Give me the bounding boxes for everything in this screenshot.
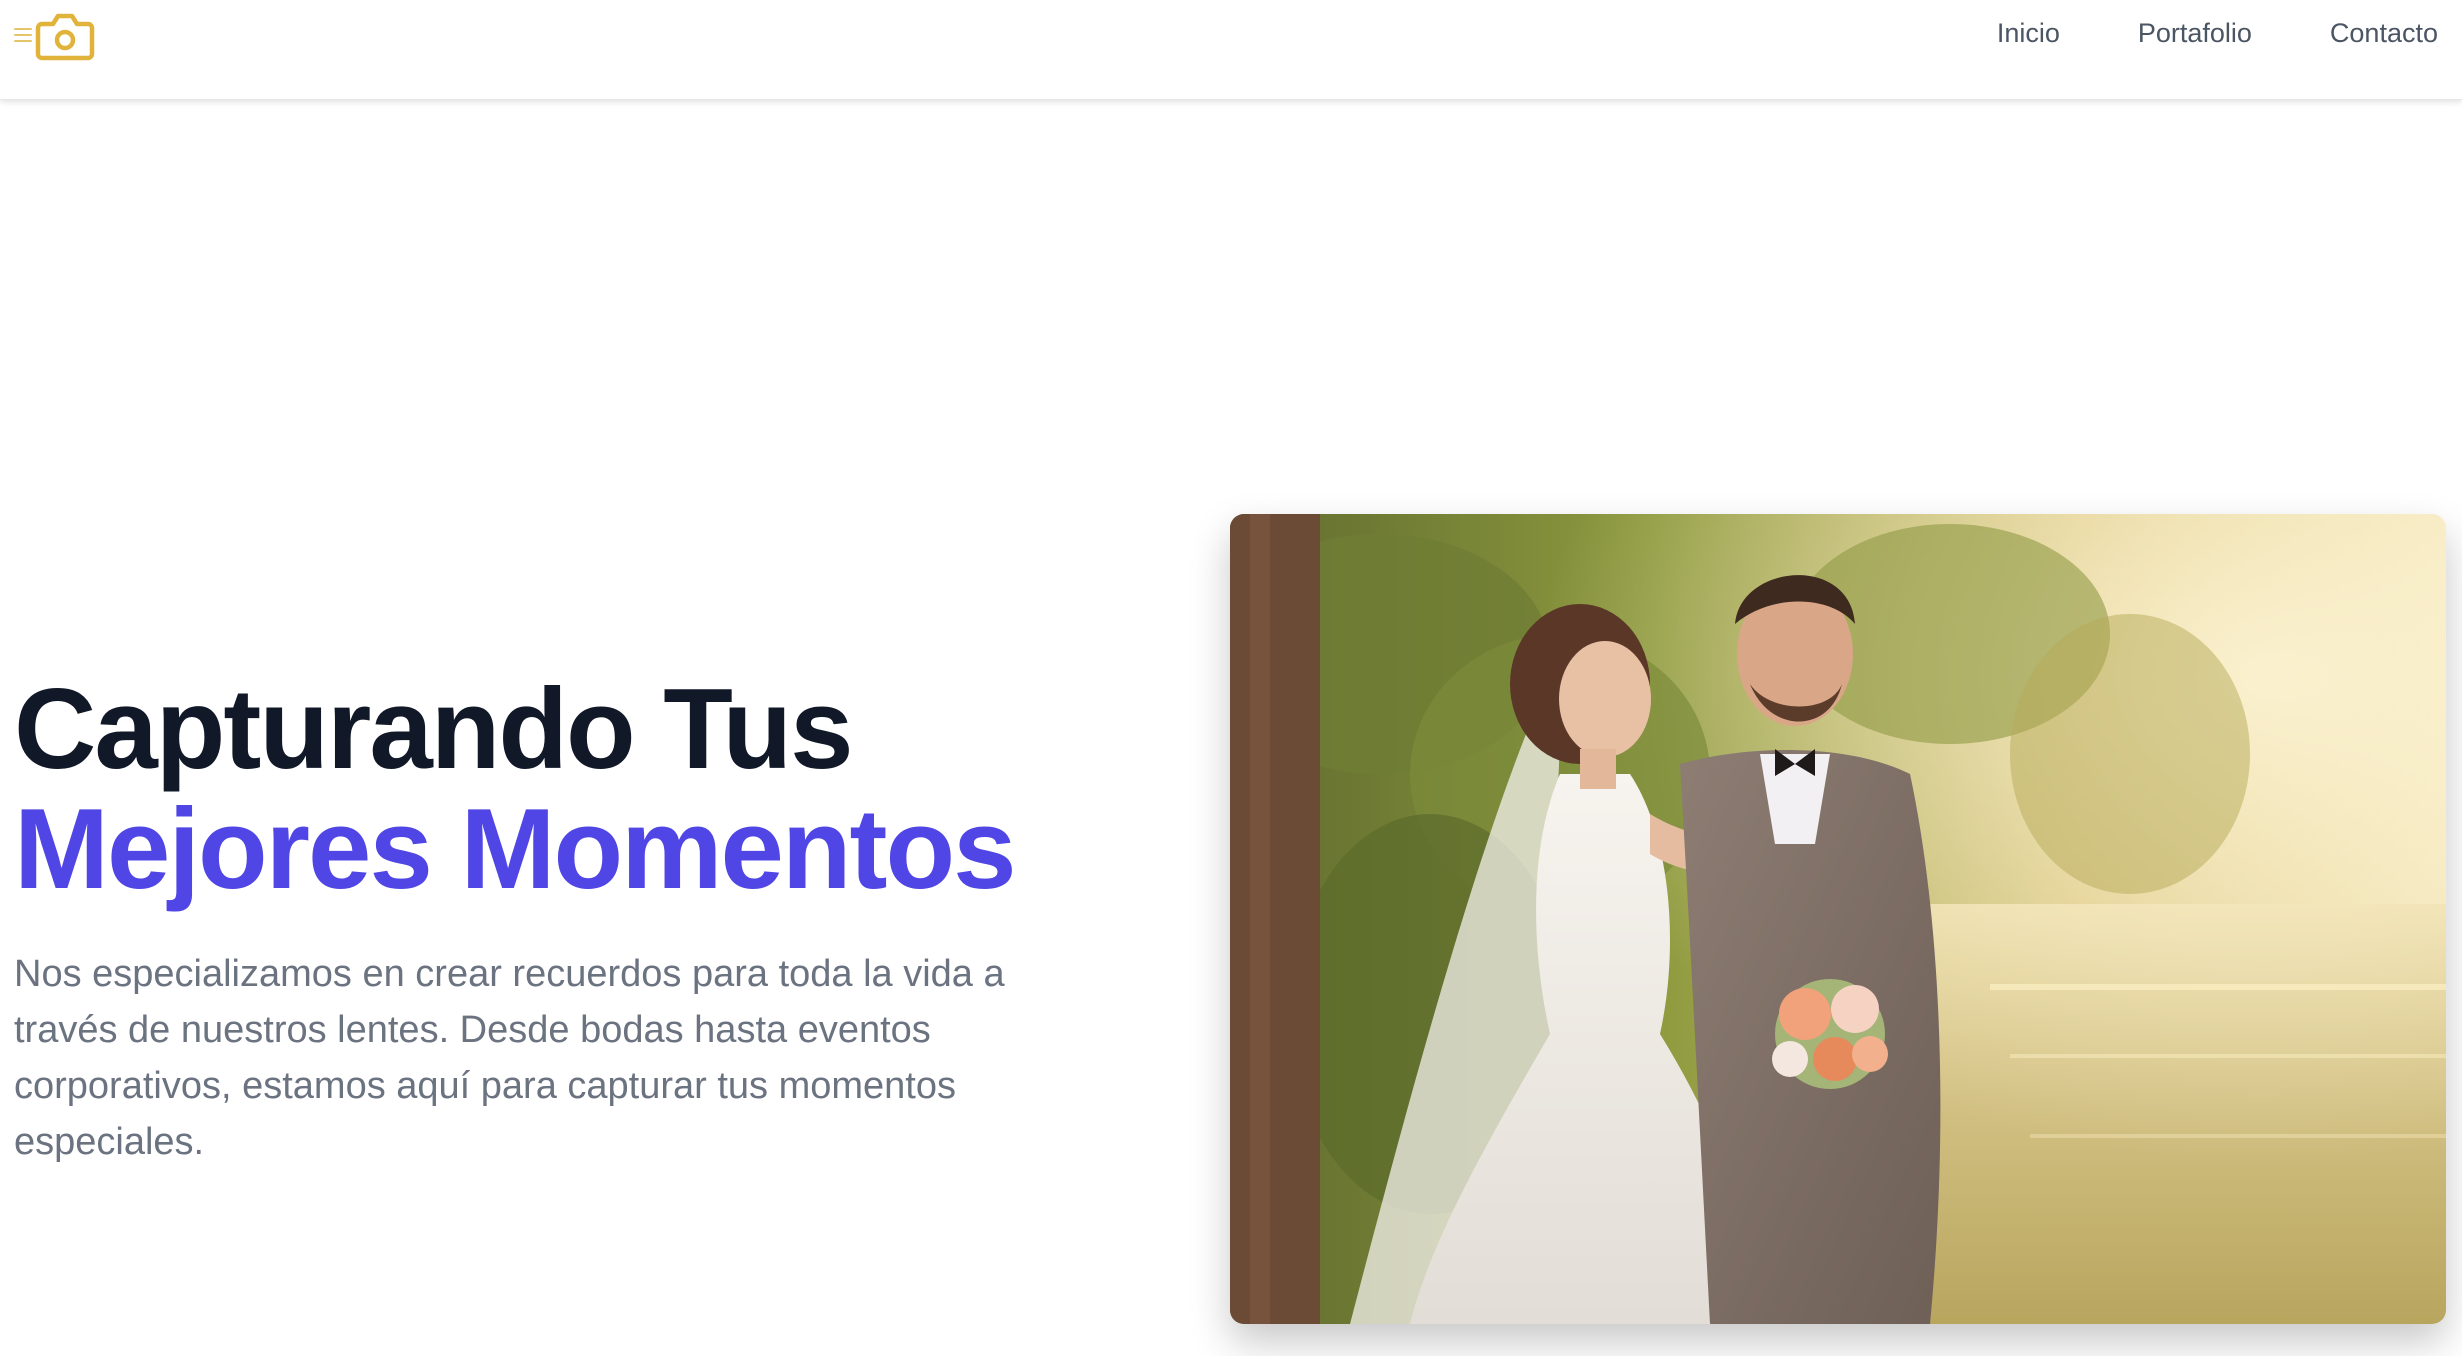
top-navbar: Inicio Portafolio Contacto (0, 0, 2462, 100)
nav-link-portafolio[interactable]: Portafolio (2138, 18, 2252, 49)
hamburger-menu-icon[interactable] (14, 28, 32, 42)
hero-title-highlight: Mejores Momentos (14, 786, 1017, 913)
nav-link-inicio[interactable]: Inicio (1997, 18, 2060, 49)
camera-icon[interactable] (34, 10, 96, 62)
hero-title-line1: Capturando Tus (14, 666, 854, 793)
hero-description: Nos especializamos en crear recuerdos pa… (14, 953, 1005, 1163)
main-nav: Inicio Portafolio Contacto (1997, 18, 2438, 49)
hero-image (1230, 514, 2446, 1324)
nav-link-contacto[interactable]: Contacto (2330, 18, 2438, 49)
hero-title: Capturando Tus Mejores Momentos (14, 670, 1194, 910)
